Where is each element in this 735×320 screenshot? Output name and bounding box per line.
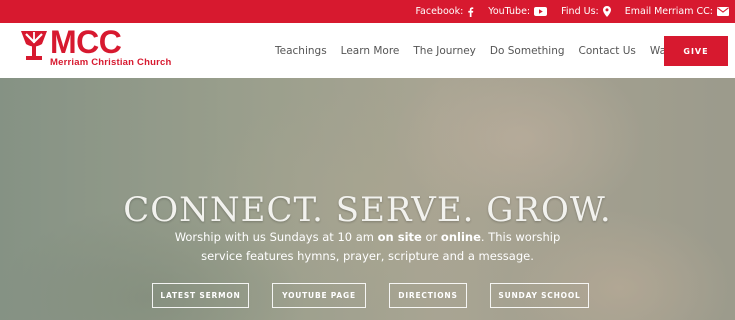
subtext-or: or — [421, 230, 441, 244]
hero-subtext: Worship with us Sundays at 10 am on site… — [160, 228, 575, 266]
findus-link[interactable]: Find Us: — [561, 6, 611, 17]
subtext-part1: Worship with us Sundays at 10 am — [174, 230, 378, 244]
youtube-label: YouTube: — [488, 6, 531, 17]
online-link[interactable]: online — [441, 230, 481, 244]
hero-banner: CONNECT. SERVE. GROW. Worship with us Su… — [0, 78, 735, 320]
facebook-link[interactable]: Facebook: — [415, 6, 474, 17]
sunday-school-button[interactable]: SUNDAY SCHOOL — [490, 283, 589, 308]
chalice-logo-icon — [21, 31, 47, 60]
nav-teachings[interactable]: Teachings — [275, 45, 327, 57]
findus-label: Find Us: — [561, 6, 599, 17]
nav-learn-more[interactable]: Learn More — [341, 45, 400, 57]
site-header: MCC Merriam Christian Church Teachings L… — [0, 23, 735, 78]
site-logo[interactable]: MCC Merriam Christian Church — [20, 24, 172, 69]
nav-contact-us[interactable]: Contact Us — [579, 45, 636, 57]
latest-sermon-button[interactable]: LATEST SERMON — [152, 283, 249, 308]
nav-the-journey[interactable]: The Journey — [413, 45, 476, 57]
email-label: Email Merriam CC: — [624, 6, 713, 17]
nav-do-something[interactable]: Do Something — [490, 45, 565, 57]
email-link[interactable]: Email Merriam CC: — [625, 6, 729, 17]
onsite-link[interactable]: on site — [378, 230, 422, 244]
map-pin-icon — [602, 6, 611, 17]
youtube-icon — [534, 7, 548, 16]
logo-church-name: Merriam Christian Church — [50, 57, 172, 68]
give-button[interactable]: GIVE — [664, 36, 728, 66]
facebook-icon — [468, 6, 474, 17]
facebook-label: Facebook: — [415, 6, 464, 17]
top-utility-bar: Facebook: YouTube: Find Us: Email Merria… — [0, 0, 735, 23]
hero-headline: CONNECT. SERVE. GROW. — [123, 190, 612, 230]
envelope-icon — [717, 7, 729, 16]
logo-abbreviation: MCC — [50, 24, 122, 60]
youtube-link[interactable]: YouTube: — [488, 6, 548, 17]
youtube-page-button[interactable]: YOUTUBE PAGE — [272, 283, 366, 308]
directions-button[interactable]: DIRECTIONS — [389, 283, 467, 308]
